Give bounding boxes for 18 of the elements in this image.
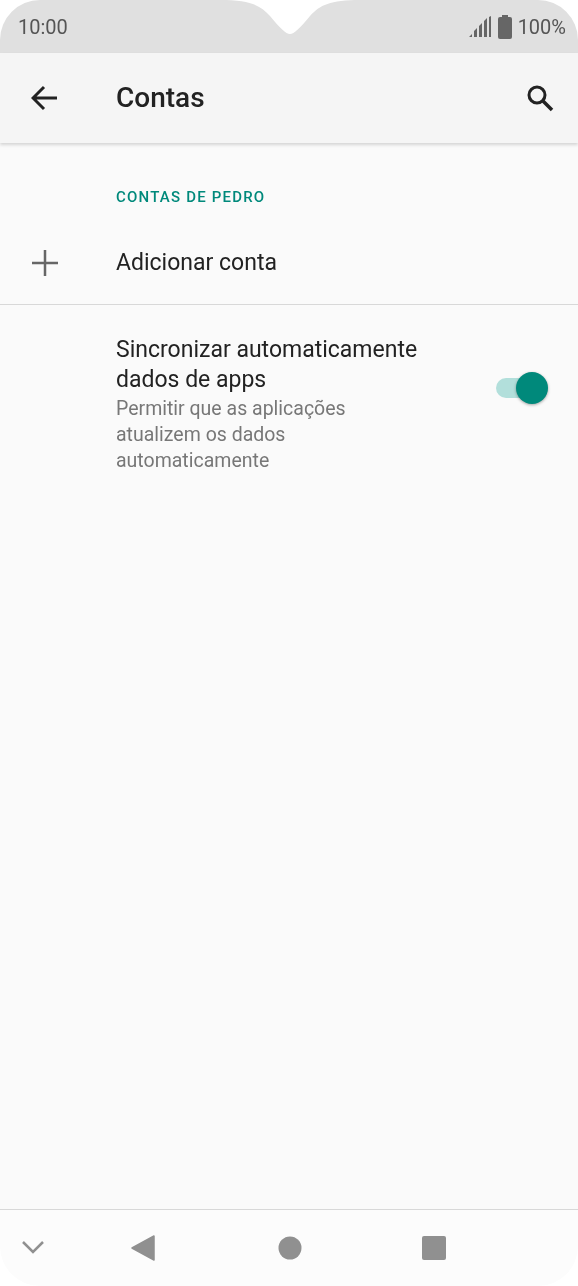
- plus-icon: [32, 250, 58, 276]
- search-icon: [526, 84, 554, 112]
- sync-setting-summary: Permitir que as aplicações atualizem os dados automaticamente: [116, 396, 347, 474]
- add-account-row[interactable]: Adicionar conta: [0, 222, 578, 305]
- back-arrow-icon: [31, 85, 59, 111]
- sync-setting-title: Sincronizar automaticamente dados de apps: [116, 335, 419, 395]
- status-time: 10:00: [18, 13, 68, 41]
- section-header: CONTAS DE PEDRO: [116, 188, 266, 206]
- home-circle-icon[interactable]: [278, 1236, 302, 1260]
- sync-setting-row[interactable]: Sincronizar automaticamente dados de apps Permitir que as aplicações atualizem os dados automaticamente: [0, 305, 578, 492]
- sync-toggle[interactable]: [494, 370, 548, 405]
- battery-percentage: 100%: [517, 13, 566, 41]
- add-account-label: Adicionar conta: [116, 247, 277, 278]
- chevron-down-icon[interactable]: [22, 1241, 44, 1255]
- back-triangle-icon[interactable]: [131, 1235, 155, 1261]
- signal-icon: [467, 15, 492, 38]
- page-title: Contas: [116, 80, 206, 116]
- battery-icon: [497, 14, 512, 39]
